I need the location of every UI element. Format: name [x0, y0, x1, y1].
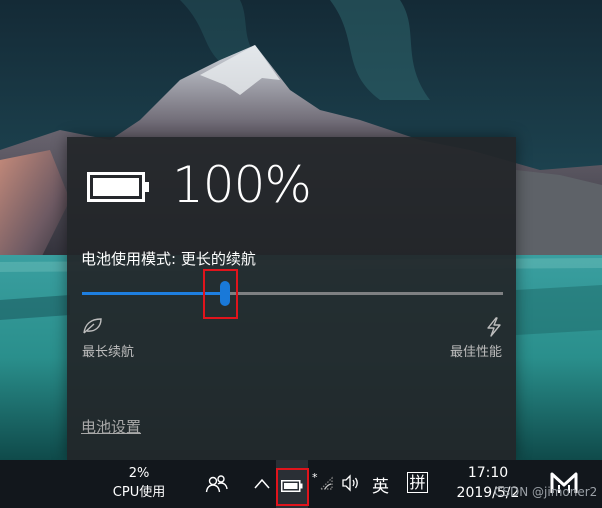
battery-icon — [87, 172, 151, 206]
battery-percentage: 100% — [172, 156, 312, 214]
ime-mode-indicator[interactable]: 拼 — [407, 472, 428, 493]
cpu-usage-widget[interactable]: 2% CPU使用 — [108, 464, 170, 502]
battery-settings-link[interactable]: 电池设置 — [81, 416, 141, 437]
lightning-icon — [485, 317, 503, 341]
leaf-icon — [82, 317, 104, 339]
chevron-up-icon[interactable] — [253, 476, 271, 495]
people-icon[interactable] — [205, 474, 229, 498]
wifi-icon[interactable]: * — [312, 471, 334, 496]
battery-tray-highlight-box — [276, 468, 309, 506]
power-mode-slider[interactable] — [82, 281, 503, 307]
power-mode-label: 电池使用模式: 更长的续航 — [81, 250, 256, 268]
ime-language-indicator[interactable]: 英 — [372, 472, 389, 497]
clock-time: 17:10 — [467, 465, 509, 481]
battery-flyout: 100% 电池使用模式: 更长的续航 最长续航 最佳性能 电池设置 — [67, 137, 516, 460]
watermark: CSDN @jimoner2 — [494, 485, 598, 499]
best-performance-label: 最佳性能 — [449, 345, 502, 360]
volume-icon[interactable] — [341, 474, 361, 496]
cpu-label: CPU使用 — [112, 485, 166, 500]
longest-battery-label: 最长续航 — [82, 345, 135, 360]
svg-text:*: * — [312, 472, 318, 484]
cpu-percent: 2% — [128, 466, 150, 481]
thumb-highlight-box — [203, 269, 238, 319]
